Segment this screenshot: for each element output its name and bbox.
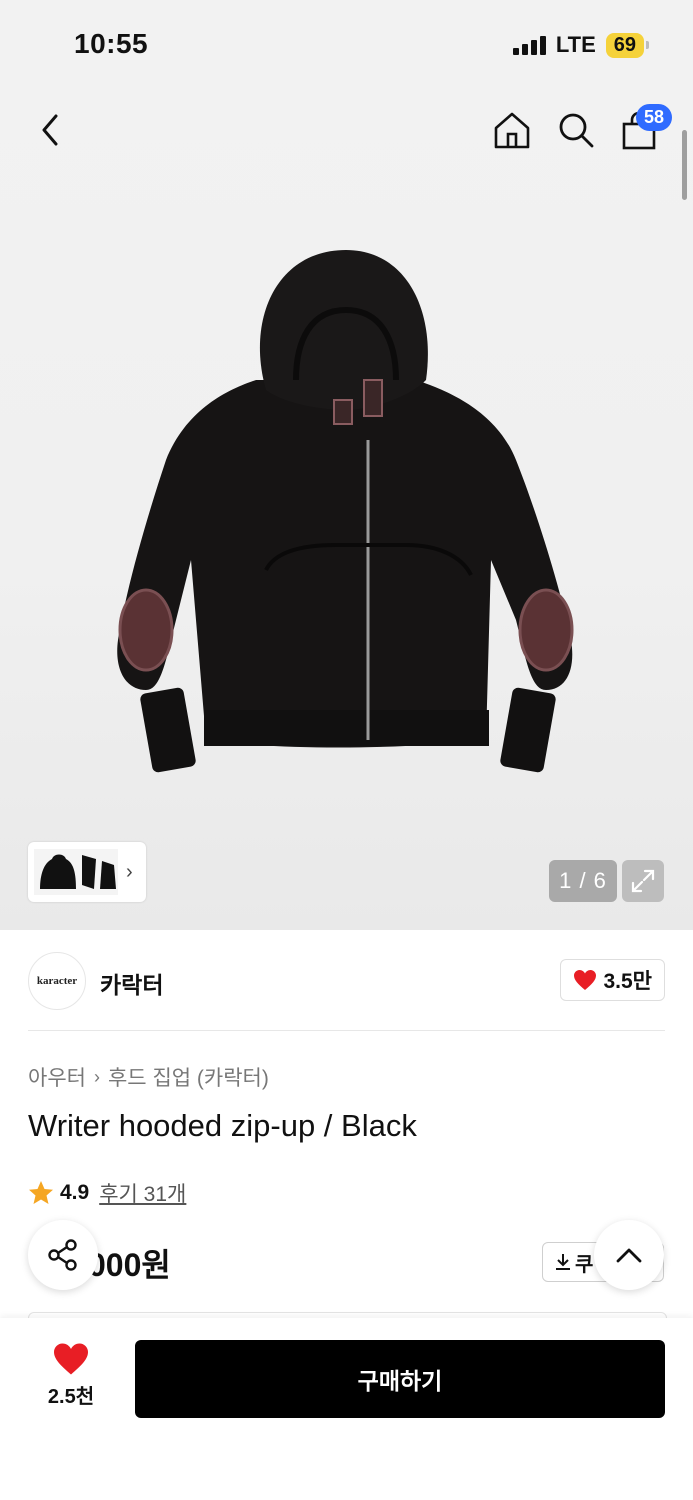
download-icon [556,1254,570,1270]
status-indicators: LTE 69 [512,32,649,58]
wishlist-button[interactable]: 2.5천 [28,1342,114,1414]
thumbnail-images [34,849,118,895]
coupon-label: 쿠 [575,1253,594,1276]
scroll-to-top-button[interactable] [594,1220,664,1290]
heart-icon [54,1343,88,1375]
rating-score: 4.9 [60,1181,90,1204]
signal-icon [512,35,546,55]
product-price: 000원 [88,1247,171,1283]
product-image[interactable] [106,240,586,780]
gallery-page-indicator: 1 / 6 [549,860,617,902]
status-time: 10:55 [74,28,149,59]
home-icon [494,112,530,149]
thumbnail-strip[interactable]: › [28,842,146,902]
breadcrumb-item-hood-zipup[interactable]: 후드 집업 (카락터) [108,1062,269,1092]
battery-level: 69 [605,32,644,58]
brand-name[interactable]: 카락터 [100,966,163,1000]
reviews-link[interactable]: 후기 31개 [99,1178,186,1208]
breadcrumb: 아우터 › 후드 집업 (카락터) [28,1062,269,1092]
home-button[interactable] [492,110,532,150]
buy-button[interactable]: 구매하기 [135,1340,665,1418]
share-button[interactable] [28,1220,98,1290]
product-title: Writer hooded zip-up / Black [28,1108,417,1143]
brand-row[interactable]: karacter 카락터 3.5만 [28,950,665,1010]
expand-icon [631,869,655,893]
share-icon [48,1239,77,1271]
scroll-indicator [682,130,687,200]
chevron-left-icon [42,114,58,146]
wishlist-count: 2.5천 [47,1386,95,1408]
fullscreen-button[interactable] [622,860,664,902]
brand-like-count: 3.5만 [603,970,652,993]
breadcrumb-item-outer[interactable]: 아우터 [28,1062,86,1092]
back-button[interactable] [34,110,70,150]
search-button[interactable] [556,110,596,150]
chevron-up-icon [616,1248,642,1263]
chevron-right-icon: › [126,860,133,883]
brand-like-button[interactable]: 3.5만 [560,959,665,1001]
cart-count-badge: 58 [636,104,673,131]
battery-icon: 69 [605,32,649,58]
star-icon [29,1181,53,1204]
divider [28,1030,665,1031]
search-icon [559,113,594,148]
network-label: LTE [555,32,596,57]
brand-logo[interactable]: karacter [28,952,86,1010]
heart-icon [574,970,597,990]
chevron-right-icon: › [93,1066,100,1087]
rating-row: 4.9 후기 31개 [28,1178,186,1208]
